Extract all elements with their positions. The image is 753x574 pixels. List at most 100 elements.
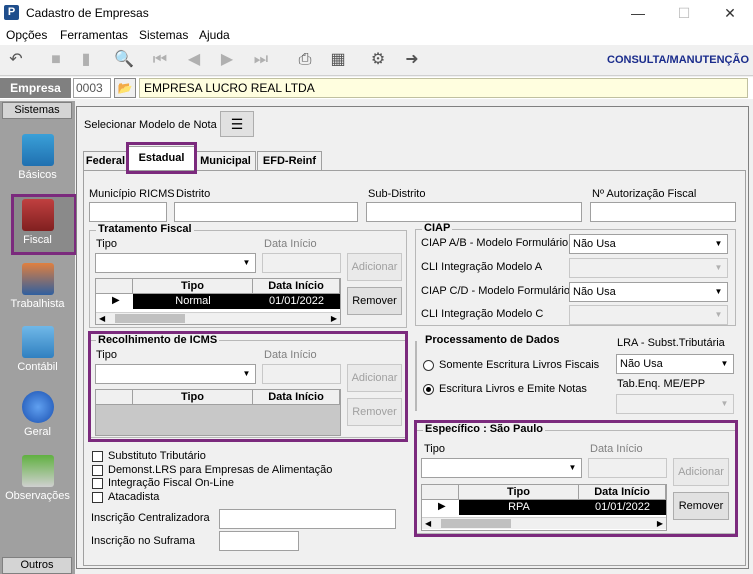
checkbox-atacadista-label: Atacadista (108, 491, 160, 503)
bookmark-icon[interactable]: ▮ (74, 49, 98, 71)
next-record-icon[interactable]: ▶ (215, 49, 239, 71)
tab-efd-reinf[interactable]: EFD-Reinf (257, 151, 322, 170)
scroll-right-icon[interactable]: ▶ (331, 314, 337, 323)
especifico-row-tipo[interactable]: RPA (459, 500, 579, 515)
minimize-button[interactable]: — (615, 0, 661, 26)
tratamento-tipo-select[interactable]: ▼ (95, 253, 256, 273)
last-record-icon[interactable]: ⏭ (249, 49, 273, 71)
especifico-data-field[interactable] (588, 458, 667, 478)
tools-icon[interactable]: ⚙ (366, 49, 390, 71)
empresa-label: Empresa (0, 78, 71, 98)
chevron-down-icon: ▼ (714, 239, 723, 248)
empresa-code-field[interactable]: 0003 (73, 78, 111, 98)
previous-record-icon[interactable]: ◀ (182, 49, 206, 71)
municipio-field[interactable] (89, 202, 167, 222)
radio-escritura-emite[interactable] (423, 384, 434, 395)
inscricao-suframa-field[interactable] (219, 531, 299, 551)
tratamento-add-button[interactable]: Adicionar (347, 253, 402, 281)
print-icon[interactable]: ⎙ (293, 49, 317, 71)
worker-icon (21, 263, 54, 295)
grid-indicator-header (422, 485, 459, 500)
first-record-icon[interactable]: ⏮ (148, 49, 172, 71)
recolhimento-remove-button[interactable]: Remover (347, 398, 402, 426)
subdistrito-field[interactable] (366, 202, 582, 222)
recolhimento-tipo-label: Tipo (96, 349, 117, 361)
scroll-thumb[interactable] (115, 314, 185, 323)
preview-icon[interactable]: 🔍 (112, 49, 136, 71)
especifico-tipo-select[interactable]: ▼ (421, 458, 582, 478)
chevron-down-icon: ▼ (720, 399, 729, 408)
basicos-icon (21, 134, 54, 166)
tratamento-col-data: Data Início (253, 279, 340, 294)
sidebar-item-observacoes[interactable]: Observações (0, 455, 75, 502)
checkbox-atacadista[interactable] (92, 492, 103, 503)
recolhimento-data-field[interactable] (262, 364, 341, 384)
tratamento-data-field[interactable] (262, 253, 341, 273)
tratamento-scrollbar[interactable]: ◀ ▶ (96, 312, 340, 324)
menu-sistemas[interactable]: Sistemas (139, 28, 188, 42)
scroll-right-icon[interactable]: ▶ (657, 519, 663, 528)
scroll-left-icon[interactable]: ◀ (99, 314, 105, 323)
distrito-field[interactable] (174, 202, 358, 222)
tab-enq-select[interactable]: ▼ (616, 394, 734, 414)
ciap-cli-c-select[interactable]: ▼ (569, 305, 728, 325)
sidebar-header-outros: Outros (2, 557, 72, 574)
tratamento-remove-button[interactable]: Remover (347, 287, 402, 315)
inscricao-centralizadora-field[interactable] (219, 509, 396, 529)
sidebar-item-fiscal[interactable]: Fiscal (0, 199, 75, 246)
ciap-cli-c-label: CLI Integração Modelo C (421, 308, 544, 320)
processamento-group (415, 341, 417, 411)
recolhimento-tipo-select[interactable]: ▼ (95, 364, 256, 384)
menu-ajuda[interactable]: Ajuda (199, 28, 230, 42)
scroll-left-icon[interactable]: ◀ (425, 519, 431, 528)
radio-somente-escritura[interactable] (423, 360, 434, 371)
sidebar-item-label: Trabalhista (10, 298, 65, 310)
save-icon[interactable]: ■ (44, 49, 68, 71)
sidebar-item-label: Geral (24, 426, 51, 438)
ciap-cd-select[interactable]: Não Usa ▼ (569, 282, 728, 302)
especifico-scrollbar[interactable]: ◀ ▶ (422, 517, 666, 529)
checkbox-substituto[interactable] (92, 451, 103, 462)
sidebar-item-basicos[interactable]: Básicos (0, 134, 75, 181)
chevron-down-icon: ▼ (714, 310, 723, 319)
exit-icon[interactable]: ➜ (400, 49, 424, 71)
ciap-ab-select[interactable]: Não Usa ▼ (569, 234, 728, 254)
tratamento-row-tipo[interactable]: Normal (133, 294, 253, 309)
autorizacao-label: Nº Autorização Fiscal (592, 188, 697, 200)
recolhimento-data-label: Data Início (264, 349, 317, 361)
especifico-remove-button[interactable]: Remover (673, 492, 729, 520)
sidebar-item-geral[interactable]: Geral (0, 391, 75, 438)
tab-municipal[interactable]: Municipal (195, 151, 256, 170)
sidebar-item-contabil[interactable]: Contábil (0, 326, 75, 373)
menu-opcoes[interactable]: Opções (6, 28, 47, 42)
maximize-button[interactable]: ☐ (661, 0, 707, 26)
empresa-name-field[interactable]: EMPRESA LUCRO REAL LTDA (139, 78, 748, 98)
inscricao-centralizadora-label: Inscrição Centralizadora (91, 512, 210, 524)
checkbox-substituto-label: Substituto Tributário (108, 450, 206, 462)
tratamento-row-data[interactable]: 01/01/2022 (253, 294, 340, 309)
open-folder-icon[interactable]: 📂 (114, 78, 136, 98)
recolhimento-add-button[interactable]: Adicionar (347, 364, 402, 392)
sidebar-item-label: Observações (5, 490, 70, 502)
especifico-row-data[interactable]: 01/01/2022 (579, 500, 666, 515)
checkbox-demonst[interactable] (92, 465, 103, 476)
especifico-add-button[interactable]: Adicionar (673, 458, 729, 486)
autorizacao-field[interactable] (590, 202, 736, 222)
ciap-ab-label: CIAP A/B - Modelo Formulário (421, 237, 569, 249)
lra-select[interactable]: Não Usa ▼ (616, 354, 734, 374)
undo-icon[interactable]: ↶ (4, 49, 28, 71)
select-model-button[interactable]: ☰ (220, 111, 254, 137)
menu-ferramentas[interactable]: Ferramentas (60, 28, 128, 42)
row-pointer-icon: ▶ (438, 501, 446, 512)
fiscal-book-icon (21, 199, 54, 231)
ciap-cli-a-select[interactable]: ▼ (569, 258, 728, 278)
close-button[interactable]: ✕ (707, 0, 753, 26)
report-icon[interactable]: ▦ (326, 49, 350, 71)
checkbox-demonst-label: Demonst.LRS para Empresas de Alimentação (108, 464, 333, 476)
scroll-thumb[interactable] (441, 519, 511, 528)
checkbox-integracao[interactable] (92, 478, 103, 489)
sidebar-item-trabalhista[interactable]: Trabalhista (0, 263, 75, 310)
sidebar-item-label: Fiscal (23, 234, 52, 246)
tab-federal[interactable]: Federal (83, 151, 128, 170)
row-pointer-icon: ▶ (112, 295, 120, 306)
